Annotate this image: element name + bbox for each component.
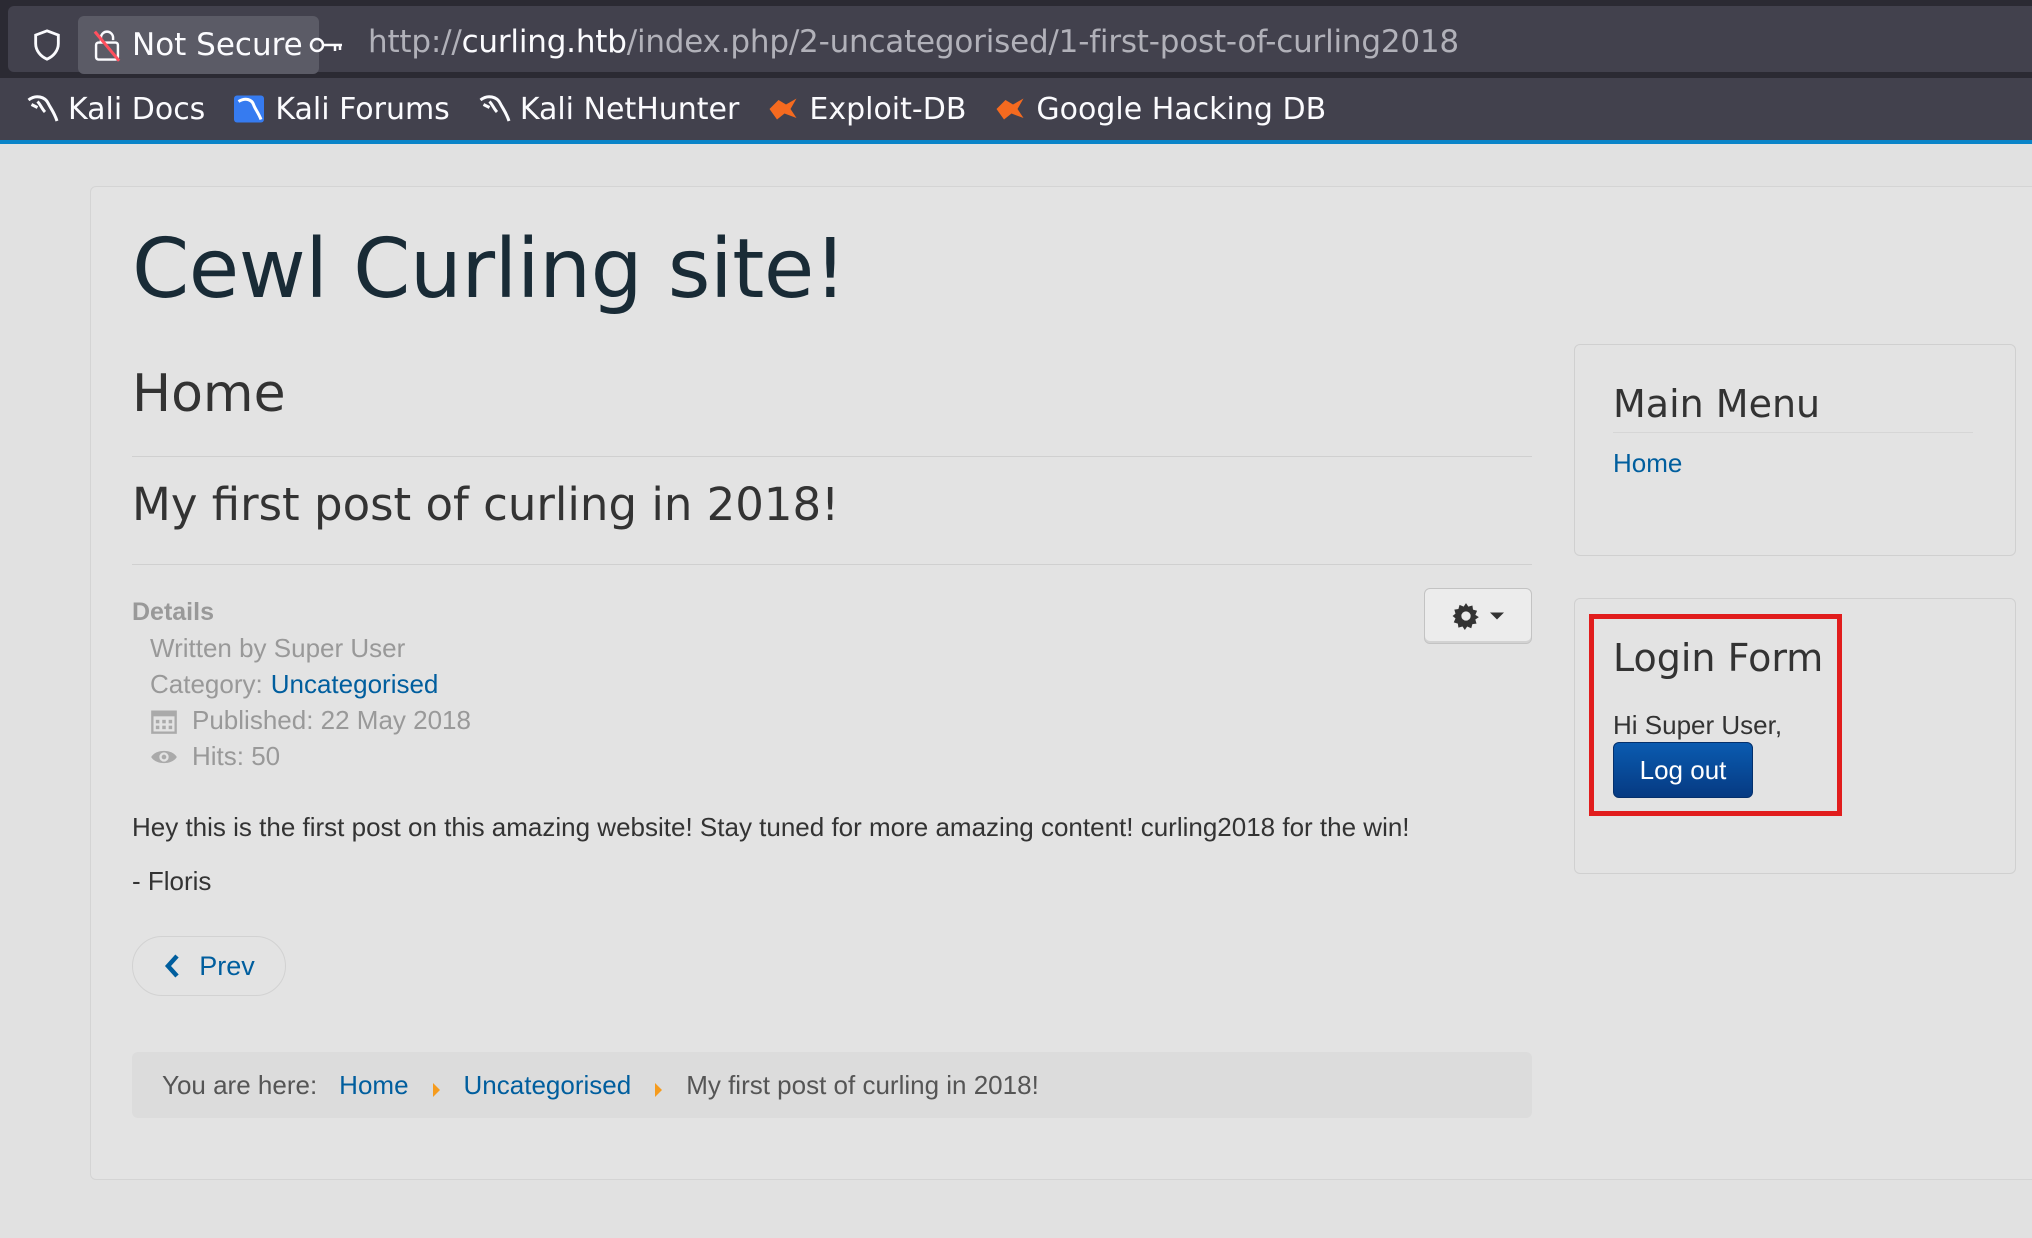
kali-dragon-icon <box>27 95 59 122</box>
category-info: Category: Uncategorised <box>150 669 438 700</box>
bookmark-label: Kali Docs <box>68 91 206 127</box>
bookmark-exploit-db[interactable]: Exploit-DB <box>765 91 966 127</box>
bookmark-label: Exploit-DB <box>809 91 967 127</box>
category-link[interactable]: Uncategorised <box>271 669 439 700</box>
article-title: My first post of curling in 2018! <box>132 478 840 531</box>
page-heading: Home <box>132 364 286 424</box>
url-field[interactable]: Not Secure http://curling.htb/index.php/… <box>8 6 2032 74</box>
bookmark-label: Google Hacking DB <box>1036 91 1327 127</box>
author-text: Written by Super User <box>150 633 406 663</box>
not-secure-label: Not Secure <box>132 27 303 63</box>
red-highlight-box <box>1589 614 1842 816</box>
article-signature: - Floris <box>132 866 212 896</box>
article-tools-button[interactable] <box>1424 588 1532 644</box>
hits-text: Hits: 50 <box>192 741 281 771</box>
details-heading: Details <box>132 598 214 626</box>
category-label: Category: <box>150 669 263 699</box>
eye-icon <box>151 750 177 763</box>
bookmark-kali-docs[interactable]: Kali Docs <box>24 91 205 127</box>
author-info: Written by Super User <box>150 633 405 664</box>
key-icon[interactable] <box>308 32 344 58</box>
caret-down-icon <box>1490 612 1504 620</box>
published-info: Published: 22 May 2018 <box>150 705 471 736</box>
main-menu-title: Main Menu <box>1613 382 1821 426</box>
bookmark-label: Kali Forums <box>275 91 450 127</box>
gear-icon <box>1452 603 1479 630</box>
breadcrumb-label: You are here: <box>162 1069 318 1100</box>
browser-toolbar: Not Secure http://curling.htb/index.php/… <box>0 0 2032 78</box>
published-text: Published: 22 May 2018 <box>192 705 471 735</box>
breadcrumb-home-link[interactable]: Home <box>339 1070 408 1101</box>
exploit-db-icon <box>769 98 797 120</box>
bookmark-kali-forums[interactable]: Kali Forums <box>231 91 450 127</box>
breadcrumb-separator-icon <box>432 1083 440 1097</box>
breadcrumb-category-link[interactable]: Uncategorised <box>464 1070 632 1101</box>
main-menu-item-home[interactable]: Home <box>1613 448 1682 479</box>
divider <box>132 564 1532 565</box>
hits-info: Hits: 50 <box>150 741 280 772</box>
breadcrumb-current: My first post of curling in 2018! <box>686 1069 1039 1100</box>
kali-forums-icon <box>234 95 265 123</box>
divider <box>1613 432 1973 433</box>
bookmark-kali-nethunter[interactable]: Kali NetHunter <box>476 91 740 127</box>
breadcrumb-separator-icon <box>655 1083 663 1097</box>
url-scheme: http:// <box>368 24 462 60</box>
not-secure-indicator[interactable]: Not Secure <box>78 16 319 74</box>
site-title[interactable]: Cewl Curling site! <box>132 222 847 317</box>
bookmarks-bar: Kali Docs Kali Forums Kali NetHunter Exp… <box>0 78 2032 140</box>
kali-dragon-icon <box>479 95 511 122</box>
breadcrumb: You are here: Home Uncategorised My firs… <box>132 1052 1532 1118</box>
toolbar-accent-line <box>0 140 2032 144</box>
url-text[interactable]: http://curling.htb/index.php/2-uncategor… <box>368 24 1459 60</box>
divider <box>132 456 1532 457</box>
prev-button[interactable]: Prev <box>132 936 286 996</box>
calendar-icon <box>151 710 177 734</box>
chevron-left-icon <box>165 954 179 978</box>
url-path: /index.php/2-uncategorised/1-first-post-… <box>626 24 1459 60</box>
prev-label: Prev <box>199 950 255 981</box>
bookmark-google-hacking-db[interactable]: Google Hacking DB <box>992 91 1326 127</box>
url-host: curling.htb <box>461 24 627 60</box>
shield-icon[interactable] <box>30 28 64 62</box>
bookmark-label: Kali NetHunter <box>519 91 740 127</box>
article-body: Hey this is the first post on this amazi… <box>132 812 1410 842</box>
exploit-db-icon <box>996 98 1024 120</box>
broken-lock-icon <box>93 30 121 62</box>
